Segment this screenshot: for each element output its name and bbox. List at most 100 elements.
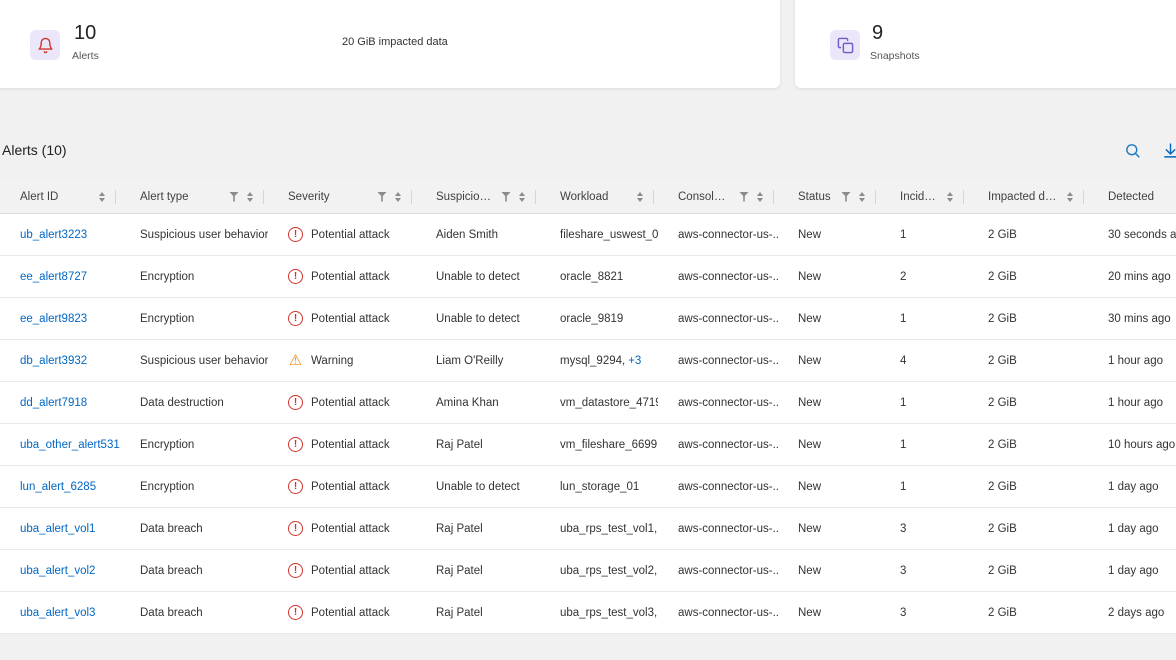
filter-funnel-icon[interactable] <box>501 192 511 202</box>
column-header-incidents[interactable]: Incidents <box>880 180 968 213</box>
incidents-cell: 2 <box>880 256 968 297</box>
severity-icon <box>288 437 303 452</box>
impacted-data-text: 20 GiB impacted data <box>342 36 448 48</box>
table-row[interactable]: ee_alert9823 Encryption Potential attack… <box>0 298 1176 340</box>
column-header-impacted-data[interactable]: Impacted data <box>968 180 1088 213</box>
table-row[interactable]: ub_alert3223 Suspicious user behavior Po… <box>0 214 1176 256</box>
alert-id-link[interactable]: uba_other_alert5319 <box>20 439 120 451</box>
workload-name: uba_rps_test_vol2, <box>560 565 657 577</box>
alert-id-link[interactable]: ee_alert8727 <box>20 271 87 283</box>
severity-cell: Potential attack <box>268 508 416 549</box>
download-icon <box>1162 142 1176 159</box>
table-row[interactable]: uba_alert_vol3 Data breach Potential att… <box>0 592 1176 634</box>
severity-label: Potential attack <box>311 229 390 241</box>
alert-id-link[interactable]: uba_alert_vol1 <box>20 523 95 535</box>
suspicious-user-cell: Raj Patel <box>416 424 540 465</box>
severity-label: Potential attack <box>311 565 390 577</box>
severity-cell: Potential attack <box>268 214 416 255</box>
alert-id-link[interactable]: db_alert3932 <box>20 355 87 367</box>
sort-arrows-icon[interactable] <box>859 192 865 202</box>
alerts-count: 10 <box>74 22 96 45</box>
severity-label: Potential attack <box>311 523 390 535</box>
alert-id-link[interactable]: ee_alert9823 <box>20 313 87 325</box>
incidents-cell: 1 <box>880 466 968 507</box>
alert-id-cell: ee_alert9823 <box>0 298 120 339</box>
filter-funnel-icon[interactable] <box>229 192 239 202</box>
filter-funnel-icon[interactable] <box>739 192 749 202</box>
table-row[interactable]: uba_other_alert5319 Encryption Potential… <box>0 424 1176 466</box>
status-cell: New <box>778 508 880 549</box>
table-row[interactable]: uba_alert_vol2 Data breach Potential att… <box>0 550 1176 592</box>
workload-more-link[interactable]: +3 <box>628 355 641 367</box>
alert-type-cell: Encryption <box>120 424 268 465</box>
impacted-data-cell: 2 GiB <box>968 550 1088 591</box>
column-header-alert-id[interactable]: Alert ID <box>0 180 120 213</box>
sort-arrows-icon[interactable] <box>247 192 253 202</box>
alert-id-link[interactable]: uba_alert_vol2 <box>20 565 95 577</box>
snapshots-copy-icon <box>837 37 854 54</box>
suspicious-user-cell: Raj Patel <box>416 508 540 549</box>
status-cell: New <box>778 424 880 465</box>
column-header-detected[interactable]: Detected <box>1088 180 1176 213</box>
severity-cell: Warning <box>268 340 416 381</box>
download-button[interactable] <box>1162 142 1176 160</box>
status-cell: New <box>778 214 880 255</box>
column-header-status[interactable]: Status <box>778 180 880 213</box>
status-cell: New <box>778 340 880 381</box>
workload-name: uba_rps_test_vol3, <box>560 607 657 619</box>
table-row[interactable]: dd_alert7918 Data destruction Potential … <box>0 382 1176 424</box>
severity-cell: Potential attack <box>268 382 416 423</box>
console-agent-cell: aws-connector-us-... <box>658 592 778 633</box>
workload-cell: oracle_8821 <box>540 256 658 297</box>
incidents-cell: 1 <box>880 424 968 465</box>
alert-id-link[interactable]: dd_alert7918 <box>20 397 87 409</box>
column-separator <box>263 190 264 204</box>
column-label: Detected <box>1108 191 1176 203</box>
status-cell: New <box>778 592 880 633</box>
workload-name: mysql_9294, <box>560 355 625 367</box>
alert-id-cell: uba_alert_vol1 <box>0 508 120 549</box>
suspicious-user-cell: Liam O'Reilly <box>416 340 540 381</box>
table-row[interactable]: uba_alert_vol1 Data breach Potential att… <box>0 508 1176 550</box>
alert-id-link[interactable]: uba_alert_vol3 <box>20 607 95 619</box>
alert-type-cell: Data breach <box>120 508 268 549</box>
table-row[interactable]: db_alert3932 Suspicious user behavior Wa… <box>0 340 1176 382</box>
sort-arrows-icon[interactable] <box>519 192 525 202</box>
console-agent-cell: aws-connector-us-... <box>658 424 778 465</box>
alert-id-link[interactable]: ub_alert3223 <box>20 229 87 241</box>
sort-arrows-icon[interactable] <box>1067 192 1073 202</box>
detected-cell: 1 day ago <box>1088 466 1176 507</box>
column-header-suspicious-u[interactable]: Suspicious u... <box>416 180 540 213</box>
sort-arrows-icon[interactable] <box>99 192 105 202</box>
suspicious-user-cell: Raj Patel <box>416 550 540 591</box>
column-label: Alert type <box>140 191 221 203</box>
column-header-console-agent[interactable]: Console agent <box>658 180 778 213</box>
console-agent-cell: aws-connector-us-... <box>658 256 778 297</box>
sort-arrows-icon[interactable] <box>947 192 953 202</box>
table-row[interactable]: ee_alert8727 Encryption Potential attack… <box>0 256 1176 298</box>
column-header-severity[interactable]: Severity <box>268 180 416 213</box>
column-header-workload[interactable]: Workload <box>540 180 658 213</box>
status-cell: New <box>778 298 880 339</box>
sort-arrows-icon[interactable] <box>395 192 401 202</box>
column-separator <box>653 190 654 204</box>
severity-icon <box>288 227 303 242</box>
workload-cell: oracle_9819 <box>540 298 658 339</box>
alert-id-link[interactable]: lun_alert_6285 <box>20 481 96 493</box>
filter-funnel-icon[interactable] <box>841 192 851 202</box>
console-agent-cell: aws-connector-us-... <box>658 298 778 339</box>
filter-funnel-icon[interactable] <box>377 192 387 202</box>
alert-id-cell: lun_alert_6285 <box>0 466 120 507</box>
search-button[interactable] <box>1124 142 1142 160</box>
column-header-alert-type[interactable]: Alert type <box>120 180 268 213</box>
column-label: Alert ID <box>20 191 91 203</box>
table-row[interactable]: lun_alert_6285 Encryption Potential atta… <box>0 466 1176 508</box>
workload-name: oracle_8821 <box>560 271 623 283</box>
console-agent-cell: aws-connector-us-... <box>658 466 778 507</box>
snapshots-summary-card: 9 Snapshots <box>795 0 1176 88</box>
detected-cell: 1 day ago <box>1088 550 1176 591</box>
impacted-data-cell: 2 GiB <box>968 382 1088 423</box>
sort-arrows-icon[interactable] <box>757 192 763 202</box>
sort-arrows-icon[interactable] <box>637 192 643 202</box>
severity-cell: Potential attack <box>268 424 416 465</box>
